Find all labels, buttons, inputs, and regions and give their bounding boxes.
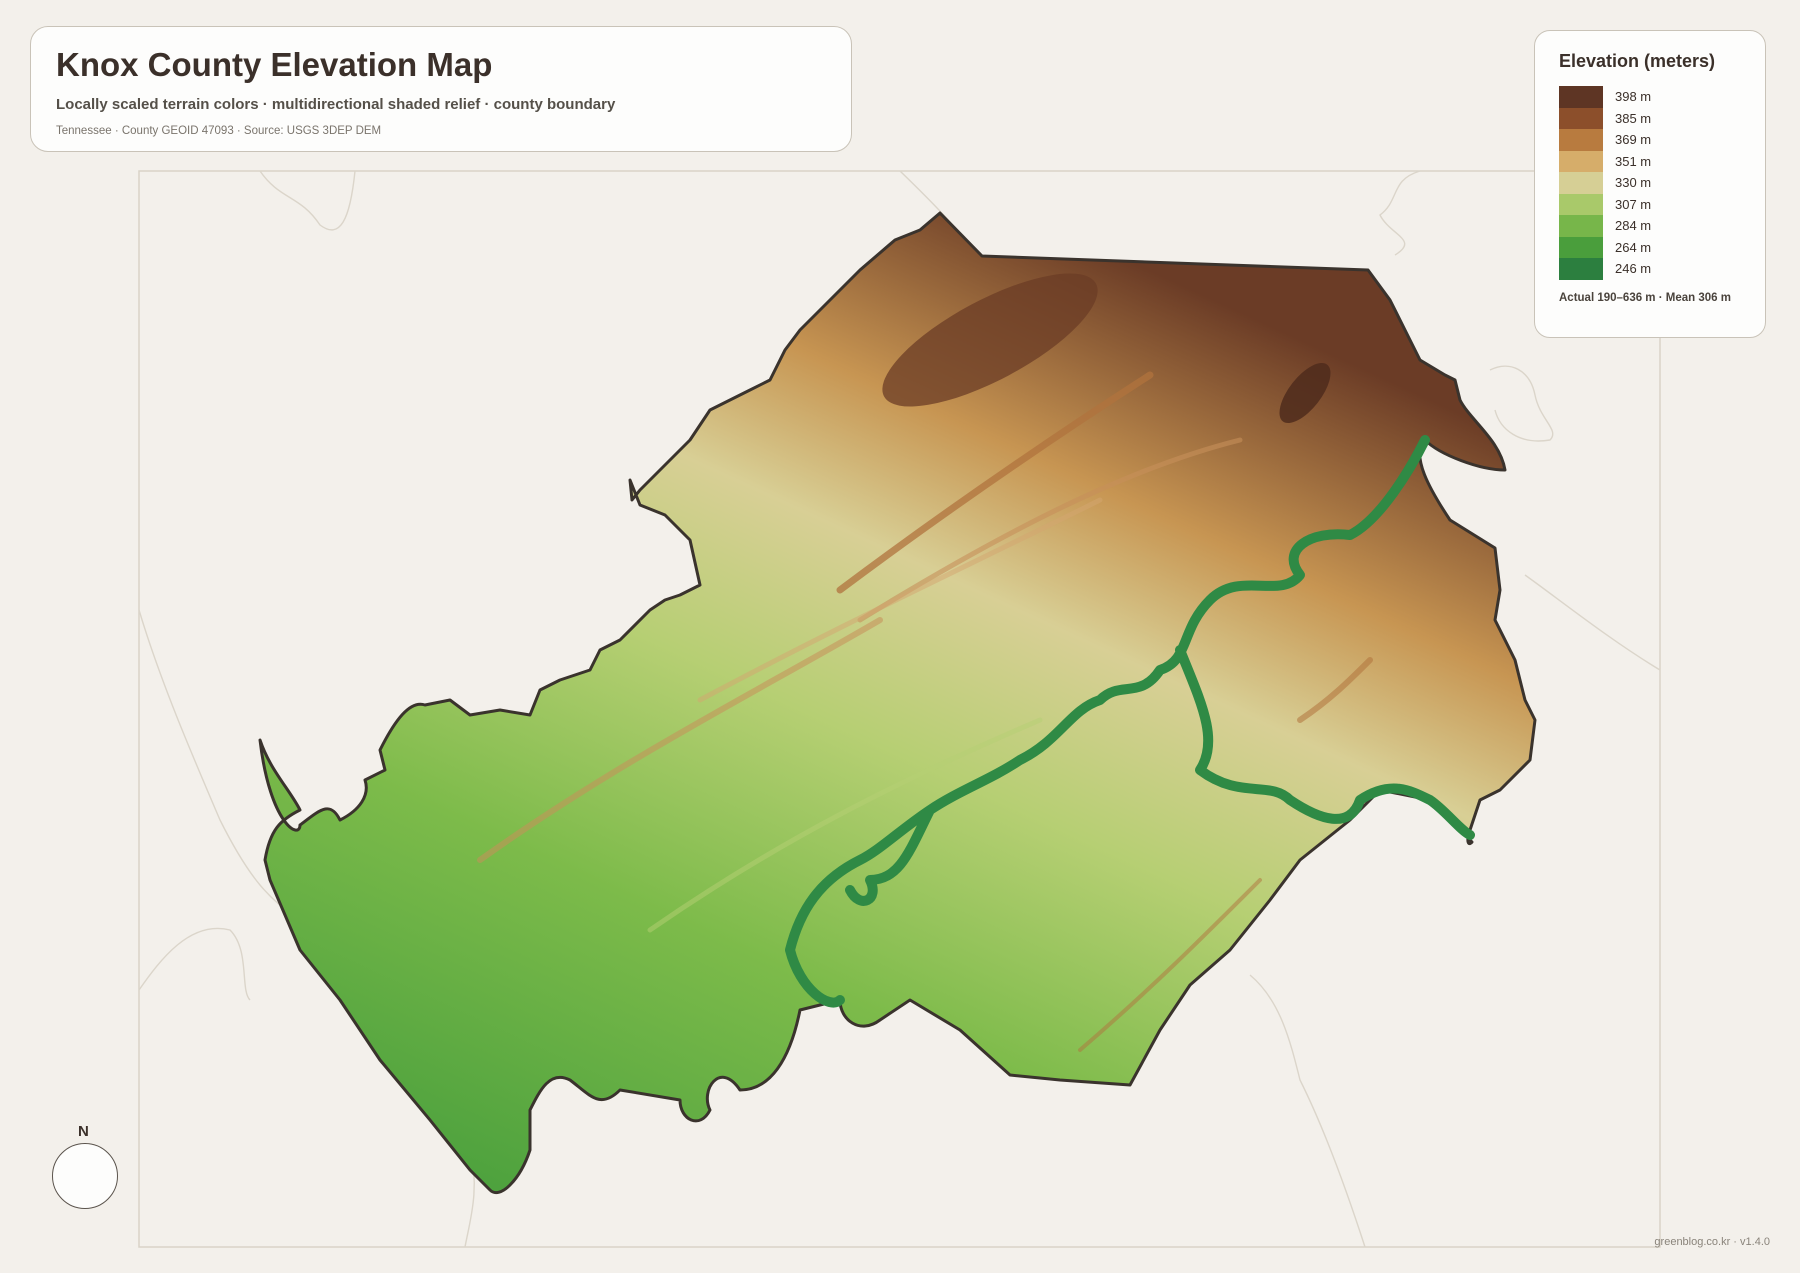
title-card: Knox County Elevation Map Locally scaled… (30, 26, 852, 152)
legend-label: 351 m (1615, 153, 1652, 169)
legend-swatch (1559, 172, 1603, 194)
legend-swatch (1559, 150, 1603, 172)
legend-item: 330 m (1559, 172, 1741, 194)
legend-item: 369 m (1559, 129, 1741, 151)
elevation-map (76, 170, 1661, 1248)
legend-item: 351 m (1559, 150, 1741, 172)
compass-north-label: N (78, 1123, 89, 1140)
legend-label: 246 m (1615, 261, 1652, 277)
credit-text: greenblog.co.kr · v1.4.0 (1654, 1236, 1770, 1248)
legend-item: 284 m (1559, 215, 1741, 237)
map-title: Knox County Elevation Map (56, 46, 493, 83)
legend-item: 385 m (1559, 107, 1741, 129)
legend-item: 307 m (1559, 193, 1741, 215)
legend-swatch (1559, 215, 1603, 237)
legend-item: 264 m (1559, 236, 1741, 258)
legend-swatch (1559, 236, 1603, 258)
legend-swatch (1559, 193, 1603, 215)
legend-swatch (1559, 107, 1603, 129)
legend-item: 398 m (1559, 86, 1741, 108)
map-meta: Tennessee · County GEOID 47093 · Source:… (56, 125, 382, 138)
legend-swatch (1559, 129, 1603, 151)
legend-label: 385 m (1615, 110, 1652, 126)
legend-label: 264 m (1615, 239, 1652, 255)
legend-label: 330 m (1615, 175, 1652, 191)
map-subtitle: Locally scaled terrain colors · multidir… (56, 96, 616, 114)
legend-label: 284 m (1615, 218, 1652, 234)
legend-item: 246 m (1559, 258, 1741, 280)
legend-label: 369 m (1615, 132, 1652, 148)
legend-items: 398 m 385 m 369 m 351 m 330 m 307 m 284 m 264 m… (1559, 86, 1741, 280)
legend-label: 398 m (1615, 89, 1652, 105)
legend-swatch (1559, 258, 1603, 280)
compass (52, 1143, 118, 1209)
legend-title: Elevation (meters) (1559, 51, 1716, 71)
legend: Elevation (meters) 398 m 385 m 369 m 351 m3… (1534, 30, 1766, 338)
legend-swatch (1559, 86, 1603, 108)
legend-label: 307 m (1615, 196, 1652, 212)
legend-footnote: Actual 190–636 m · Mean 306 m (1559, 291, 1731, 304)
